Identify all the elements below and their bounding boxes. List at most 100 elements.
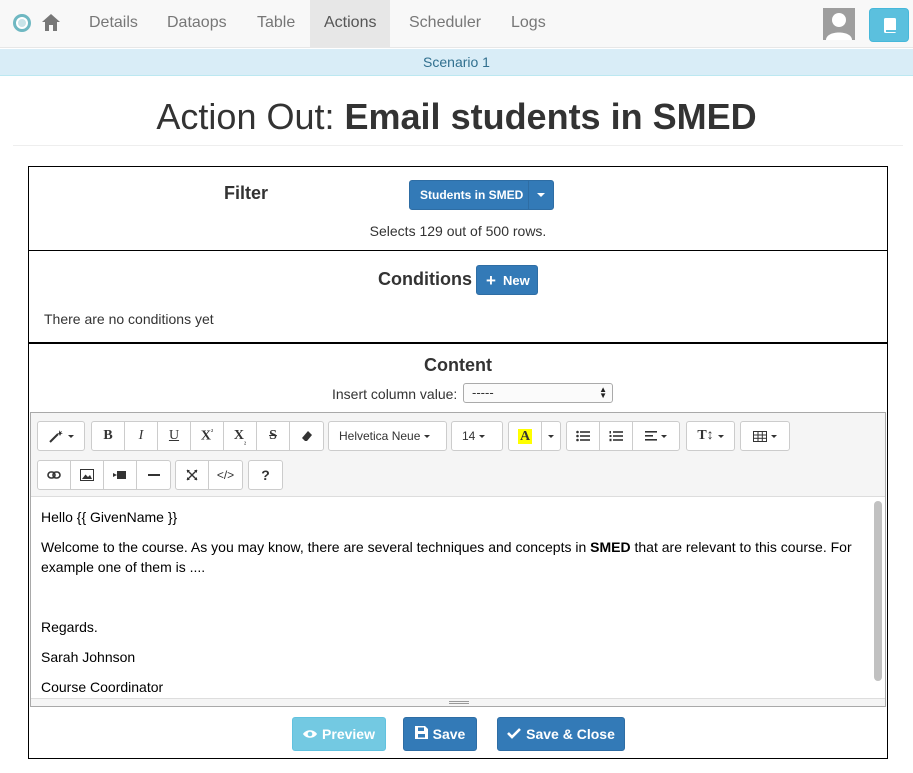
welcome-paragraph: Welcome to the course. As you may know, … <box>41 537 861 577</box>
font-name-group: Helvetica Neue <box>328 421 447 451</box>
action-name: Email students in SMED <box>344 96 757 137</box>
filter-summary: Selects 129 out of 500 rows. <box>369 223 547 239</box>
subscript-button[interactable]: X₂ <box>224 422 257 450</box>
nav-tab-dataops[interactable]: Dataops <box>153 0 241 48</box>
fullscreen-button[interactable] <box>176 461 209 489</box>
conditions-heading: Conditions <box>378 269 472 289</box>
nav-tab-table[interactable]: Table <box>243 0 309 48</box>
clear-format-button[interactable] <box>290 422 323 450</box>
table-icon <box>753 430 767 442</box>
color-dropdown-toggle[interactable] <box>542 422 560 450</box>
insert-video-button[interactable] <box>104 461 137 489</box>
superscript-button[interactable]: X² <box>191 422 224 450</box>
user-silhouette-icon <box>826 13 852 40</box>
horizontal-rule-icon <box>147 474 160 476</box>
code-icon: </> <box>216 468 235 482</box>
ontask-logo[interactable] <box>13 14 31 32</box>
eye-icon <box>303 726 318 742</box>
preview-button[interactable]: Preview <box>292 717 386 751</box>
nav-tab-details[interactable]: Details <box>75 0 152 48</box>
video-icon <box>113 471 126 479</box>
numbered-list-icon <box>609 431 623 442</box>
font-name-value: Helvetica Neue <box>339 429 421 443</box>
font-style-group: B I U X² X₂ S <box>91 421 324 451</box>
scenario-bar[interactable]: Scenario 1 <box>0 49 913 76</box>
conditions-panel: Conditions + New There are no conditions… <box>28 251 888 343</box>
insert-link-button[interactable] <box>38 461 71 489</box>
align-dropdown[interactable] <box>633 422 679 450</box>
page-title: Action Out: Email students in SMED <box>0 96 913 138</box>
code-view-button[interactable]: </> <box>209 461 242 489</box>
unordered-list-button[interactable] <box>567 422 600 450</box>
nav-tab-actions[interactable]: Actions <box>310 0 391 48</box>
manual-button[interactable] <box>869 8 909 42</box>
magic-style-button[interactable] <box>38 422 84 450</box>
font-size-dropdown[interactable]: 14 <box>452 422 502 450</box>
editor-toolbar: B I U X² X₂ S Helvetica Neue 14 A T↕ </>… <box>31 413 885 497</box>
underline-button[interactable]: U <box>158 422 191 450</box>
nav-tab-scheduler[interactable]: Scheduler <box>395 0 495 48</box>
view-group: </> <box>175 460 243 490</box>
editor-content[interactable]: Hello {{ GivenName }} Welcome to the cou… <box>31 497 871 702</box>
subscript-icon: X₂ <box>233 427 247 445</box>
sender-name-line: Sarah Johnson <box>41 649 136 665</box>
italic-button[interactable]: I <box>125 422 158 450</box>
save-button[interactable]: Save <box>403 717 477 751</box>
underline-icon: U <box>168 428 180 443</box>
line-height-dropdown[interactable]: T↕ <box>687 422 734 450</box>
font-size-group: 14 <box>451 421 503 451</box>
welcome-text-bold: SMED <box>590 539 631 555</box>
rich-text-editor: B I U X² X₂ S Helvetica Neue 14 A T↕ </>… <box>30 412 886 707</box>
align-left-icon <box>645 431 657 441</box>
greeting-line: Hello {{ GivenName }} <box>41 509 178 525</box>
editor-scrollbar[interactable] <box>874 501 882 681</box>
title-prefix: Action Out: <box>156 96 335 137</box>
ordered-list-button[interactable] <box>600 422 633 450</box>
filter-panel: Filter Students in SMED Selects 129 out … <box>28 166 888 251</box>
superscript-icon: X² <box>200 427 214 444</box>
insert-picture-button[interactable] <box>71 461 104 489</box>
new-condition-button[interactable]: + New <box>476 265 538 295</box>
content-heading: Content <box>424 355 492 375</box>
help-icon: ? <box>261 467 270 483</box>
color-group: A <box>508 421 561 451</box>
horizontal-rule-button[interactable] <box>137 461 170 489</box>
caret-down-icon <box>479 434 486 438</box>
help-group: ? <box>248 460 283 490</box>
bold-icon: B <box>103 428 113 443</box>
height-group: T↕ <box>686 421 735 451</box>
filter-button-label: Students in SMED <box>420 188 524 202</box>
new-condition-label: New <box>503 273 530 288</box>
preview-label: Preview <box>322 726 375 742</box>
filter-dropdown-toggle[interactable] <box>528 181 553 209</box>
italic-icon: I <box>138 428 144 443</box>
filter-heading: Filter <box>224 183 269 203</box>
insert-column-selected: ----- <box>472 385 494 400</box>
no-conditions-text: There are no conditions yet <box>44 311 214 327</box>
caret-down-icon <box>661 434 667 438</box>
help-button[interactable]: ? <box>249 461 282 489</box>
table-group <box>740 421 790 451</box>
regards-line: Regards. <box>41 619 98 635</box>
font-name-dropdown[interactable]: Helvetica Neue <box>329 422 446 450</box>
magic-wand-icon <box>49 430 63 443</box>
top-navbar: Details Dataops Table Actions Scheduler … <box>0 0 913 48</box>
save-label: Save <box>432 726 466 742</box>
text-color-button[interactable]: A <box>509 422 542 450</box>
insert-column-select[interactable]: ----- ▲ ▼ <box>463 383 613 403</box>
table-dropdown[interactable] <box>741 422 789 450</box>
caret-down-icon <box>537 193 545 197</box>
save-close-button[interactable]: Save & Close <box>497 717 625 751</box>
content-panel: Content Insert column value: ----- ▲ ▼ B … <box>28 343 888 759</box>
strikethrough-button[interactable]: S <box>257 422 290 450</box>
home-icon[interactable] <box>40 12 62 34</box>
filter-button[interactable]: Students in SMED <box>409 180 554 210</box>
text-height-icon: T↕ <box>697 428 714 443</box>
bold-button[interactable]: B <box>92 422 125 450</box>
editor-resize-handle[interactable] <box>31 698 885 706</box>
user-avatar[interactable] <box>823 8 855 40</box>
grip-icon <box>449 701 469 704</box>
nav-tab-logs[interactable]: Logs <box>497 0 560 48</box>
font-size-value: 14 <box>462 429 476 443</box>
